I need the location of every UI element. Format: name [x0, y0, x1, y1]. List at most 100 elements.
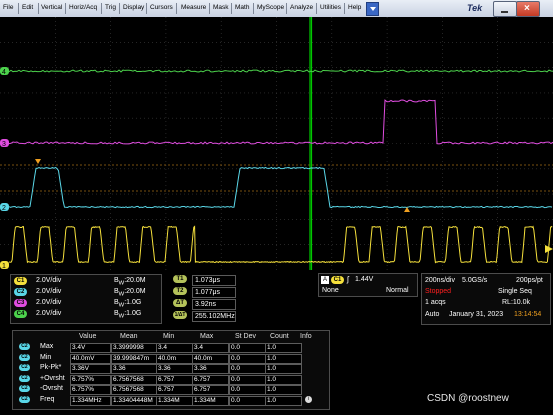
header-mean: Mean	[120, 333, 138, 340]
stats-cell: 3.4V	[70, 343, 111, 353]
stats-cell: 1.0	[265, 364, 302, 374]
stats-cell: 6.757	[156, 375, 193, 385]
stats-row-channel-tag: C2	[19, 354, 30, 361]
menu-edit[interactable]: Edit	[22, 4, 33, 11]
sample-rate: 5.0GS/s	[462, 277, 487, 284]
stats-cell: 1.334M	[192, 396, 229, 406]
delta-tag: ΔT	[173, 299, 187, 307]
record-length: RL:10.0k	[502, 299, 530, 306]
menu-horiz-acq[interactable]: Horiz/Acq	[69, 4, 97, 11]
menu-separator	[101, 3, 102, 14]
c1-bandwidth: BW:20.0M	[114, 277, 146, 286]
t1-value: 1.073μs	[192, 275, 236, 286]
info-icon[interactable]: i	[305, 396, 312, 403]
menu-vertical[interactable]: Vertical	[41, 4, 62, 11]
stats-cell: 6.757%	[70, 385, 111, 395]
menu-cursors[interactable]: Cursors	[150, 4, 173, 11]
c1-scale: 2.0V/div	[36, 277, 61, 284]
close-button[interactable]: ×	[516, 1, 540, 17]
menu-separator	[119, 3, 120, 14]
stats-row-name: Pk-Pk*	[40, 364, 61, 371]
inverse-delta-value: 255.102MHz	[192, 311, 236, 322]
t1-tag: T1	[173, 275, 187, 283]
menu-measure[interactable]: Measure	[181, 4, 206, 11]
channel-row-c3[interactable]: C3 2.0V/div BW:1.0G	[14, 299, 27, 309]
delta-value: 3.92ns	[192, 299, 236, 310]
menu-display[interactable]: Display	[123, 4, 144, 11]
channel-settings-panel[interactable]: C1 2.0V/div BW:20.0M C2 2.0V/div BW:20.0…	[10, 274, 162, 324]
stats-cell: 0.0	[229, 343, 266, 353]
stats-row: C2 -Ovrsht 6.757% 6.7567568 6.757 6.757 0.0 1.0	[16, 385, 324, 394]
stats-cell: 0.0	[229, 364, 266, 374]
trigger-settings-panel[interactable]: A C1 ʃ 1.44V None Normal	[318, 273, 418, 297]
stats-row-channel-tag: C2	[19, 385, 30, 392]
help-dropdown-button[interactable]	[366, 2, 379, 16]
c4-tag: C4	[14, 310, 27, 318]
menu-help[interactable]: Help	[348, 4, 361, 11]
stats-cell: 3.36	[192, 364, 229, 374]
stats-row-name: Freq	[40, 396, 54, 403]
c4-scale: 2.0V/div	[36, 310, 61, 317]
trigger-level: 1.44V	[355, 276, 373, 283]
menu-separator	[65, 3, 66, 14]
c3-scale: 2.0V/div	[36, 299, 61, 306]
stats-row: C2 Max 3.4V 3.3999998 3.4 3.4 0.0 1.0	[16, 343, 324, 352]
c2-scale: 2.0V/div	[36, 288, 61, 295]
stats-cell: 6.7567568	[111, 375, 157, 385]
stats-cell: 0.0	[229, 354, 266, 364]
menu-separator	[209, 3, 210, 14]
menu-separator	[18, 3, 19, 14]
menu-analyze[interactable]: Analyze	[290, 4, 313, 11]
header-value: Value	[79, 333, 96, 340]
cursor-readout-panel[interactable]: T1 1.073μs T2 1.077μs ΔT 3.92ns 1/ΔT 255…	[168, 273, 236, 324]
menu-myscope[interactable]: MyScope	[257, 4, 284, 11]
acquisition-panel[interactable]: 200ns/div 5.0GS/s 200ps/pt Stopped Singl…	[421, 273, 551, 325]
stats-cell: 1.334M	[156, 396, 193, 406]
header-st-dev: St Dev	[235, 333, 256, 340]
menu-utilities[interactable]: Utilities	[320, 4, 341, 11]
measurement-statistics-table[interactable]: Value Mean Min Max St Dev Count Info C2 M…	[12, 330, 330, 410]
stats-cell: 1.0	[265, 375, 302, 385]
menu-separator	[286, 3, 287, 14]
stats-cell: 40.0m	[156, 354, 193, 364]
channel-row-c4[interactable]: C4 2.0V/div BW:1.0G	[14, 310, 27, 320]
minimize-button[interactable]	[493, 1, 517, 17]
ch4-marker-label: 4	[2, 69, 6, 76]
channel-row-c2[interactable]: C2 2.0V/div BW:20.0M	[14, 288, 27, 298]
stats-cell: 39.999847m	[111, 354, 157, 364]
stats-cell: 40.0m	[192, 354, 229, 364]
stats-row: C2 Pk-Pk* 3.36V 3.36 3.36 3.36 0.0 1.0	[16, 364, 324, 373]
trigger-slope-icon: ʃ	[347, 275, 349, 284]
date: January 31, 2023	[449, 311, 503, 318]
menu-trig[interactable]: Trig	[105, 4, 116, 11]
c4-bandwidth: BW:1.0G	[114, 310, 141, 319]
stats-cell: 3.36V	[70, 364, 111, 374]
stats-cell: 3.3999998	[111, 343, 157, 353]
c2-tag: C2	[14, 288, 27, 296]
menu-separator	[316, 3, 317, 14]
trigger-source-tag: C1	[331, 276, 344, 284]
stats-cell: 1.33404448M	[111, 396, 157, 406]
channel-row-c1[interactable]: C1 2.0V/div BW:20.0M	[14, 277, 27, 287]
horizontal-mode: Auto	[425, 311, 439, 318]
menu-file[interactable]: File	[3, 4, 13, 11]
stats-cell: 6.757%	[70, 375, 111, 385]
c2-bandwidth: BW:20.0M	[114, 288, 146, 297]
menu-separator	[253, 3, 254, 14]
timebase: 200ns/div	[425, 277, 455, 284]
stats-cell: 3.36	[111, 364, 157, 374]
menu-mask[interactable]: Mask	[213, 4, 229, 11]
waveform-display[interactable]: 4 3 2 1	[0, 17, 553, 270]
stats-cell: 3.36	[156, 364, 193, 374]
header-info: Info	[300, 333, 312, 340]
menu-math[interactable]: Math	[235, 4, 249, 11]
tek-logo: Tek	[467, 3, 482, 13]
menu-separator	[38, 3, 39, 14]
stats-cell: 6.757	[192, 385, 229, 395]
stats-cell: 6.757	[156, 385, 193, 395]
header-count: Count	[270, 333, 289, 340]
c3-tag: C3	[14, 299, 27, 307]
stats-cell: 0.0	[229, 375, 266, 385]
stats-cell: 6.7567568	[111, 385, 157, 395]
stats-row: C2 +Ovrsht 6.757% 6.7567568 6.757 6.757 0.0 1.0	[16, 375, 324, 384]
